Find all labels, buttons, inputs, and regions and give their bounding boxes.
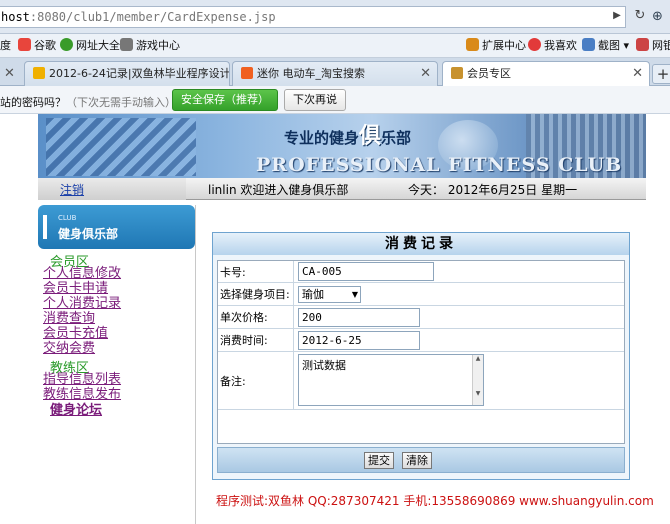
chevron-down-icon: ▼ bbox=[351, 290, 358, 299]
google-icon bbox=[18, 38, 31, 51]
gamepad-icon bbox=[120, 38, 133, 51]
tab-taobao[interactable]: 迷你 电动车_淘宝搜索 ✕ bbox=[232, 61, 438, 86]
sidebar-item-forum[interactable]: 健身论坛 bbox=[50, 404, 102, 418]
save-password-button[interactable]: 安全保存（推荐） bbox=[172, 89, 278, 111]
card-row: 卡号: CA-005 bbox=[218, 261, 624, 283]
expense-time-input[interactable]: 2012-6-25 bbox=[298, 331, 420, 350]
price-input[interactable]: 200 bbox=[298, 308, 420, 327]
card-label: 卡号: bbox=[218, 261, 294, 282]
web-page: 专业的健身俱乐部 PROFESSIONAL FITNESS CLUB 注销 li… bbox=[0, 114, 670, 524]
scrollbar[interactable]: ▲ ▼ bbox=[472, 355, 483, 405]
sidebar-item-expense-record[interactable]: 个人消费记录 bbox=[43, 297, 121, 311]
fav-item[interactable]: 度 bbox=[0, 38, 11, 54]
password-prompt: 站的密码吗？（下次无需手动输入） bbox=[0, 96, 176, 109]
date-text: 今天： 2012年6月25日 星期一 bbox=[408, 183, 578, 197]
banner-english-title: PROFESSIONAL FITNESS CLUB bbox=[256, 154, 623, 176]
note-textarea[interactable]: 测试数据 ▲ ▼ bbox=[298, 354, 484, 406]
item-row: 选择健身项目: 瑜伽 ▼ bbox=[218, 283, 624, 306]
sidebar-item-profile-edit[interactable]: 个人信息修改 bbox=[43, 267, 121, 281]
note-label: 备注: bbox=[218, 352, 294, 409]
favorites-bar: 度 谷歌 网址大全 游戏中心 扩展中心 我喜欢 截图 ▾ 网银 bbox=[0, 34, 670, 58]
scissors-icon bbox=[582, 38, 595, 51]
sidebar-item-card-apply[interactable]: 会员卡申请 bbox=[43, 282, 108, 296]
logout-link[interactable]: 注销 bbox=[60, 181, 84, 198]
sidebar-header: CLUB 健身俱乐部 bbox=[38, 205, 195, 249]
time-row: 消费时间: 2012-6-25 bbox=[218, 329, 624, 352]
tab-record[interactable]: 2012-6-24记录|双鱼林毕业程序设计网 bbox=[24, 61, 230, 86]
extension-icon bbox=[466, 38, 479, 51]
banner-slogan: 专业的健身俱乐部 bbox=[284, 124, 412, 149]
fav-google[interactable]: 谷歌 bbox=[18, 38, 56, 54]
new-tab-button[interactable]: + bbox=[652, 64, 670, 84]
fav-like[interactable]: 我喜欢 bbox=[528, 38, 577, 54]
fav-site-nav[interactable]: 网址大全 bbox=[60, 38, 120, 54]
not-now-button[interactable]: 下次再说 bbox=[284, 89, 346, 111]
header-bar-icon bbox=[43, 215, 47, 239]
refresh-icon[interactable]: ↻ bbox=[630, 6, 650, 26]
url-input[interactable]: host:8080/club1/member/CardExpense.jsp bbox=[0, 6, 626, 28]
sidebar: CLUB 健身俱乐部 会员区 个人信息修改 会员卡申请 个人消费记录 消费查询 … bbox=[38, 205, 196, 524]
close-icon[interactable]: ✕ bbox=[420, 62, 431, 85]
tab-member-zone[interactable]: 会员专区 ✕ bbox=[442, 61, 650, 87]
sidebar-item-expense-query[interactable]: 消费查询 bbox=[43, 312, 95, 326]
form-title: 消费记录 bbox=[213, 233, 629, 255]
page-icon bbox=[451, 67, 463, 79]
card-number-input[interactable]: CA-005 bbox=[298, 262, 434, 281]
go-icon[interactable]: ▶ bbox=[607, 6, 627, 26]
time-label: 消费时间: bbox=[218, 329, 294, 351]
browser-menu-icon[interactable]: ⊕ bbox=[652, 6, 670, 28]
sidebar-item-coach-publish[interactable]: 教练信息发布 bbox=[43, 388, 121, 402]
fitness-item-select[interactable]: 瑜伽 ▼ bbox=[298, 286, 361, 303]
fav-games[interactable]: 游戏中心 bbox=[120, 38, 180, 54]
button-row: 提交 清除 bbox=[217, 447, 625, 473]
globe-icon bbox=[60, 38, 73, 51]
sidebar-item-card-recharge[interactable]: 会员卡充值 bbox=[43, 327, 108, 341]
club-small-label: CLUB bbox=[58, 214, 77, 222]
close-icon[interactable]: ✕ bbox=[632, 62, 643, 85]
fav-bank[interactable]: 网银 bbox=[636, 38, 670, 54]
club-banner: 专业的健身俱乐部 PROFESSIONAL FITNESS CLUB bbox=[38, 114, 646, 178]
star-icon bbox=[33, 67, 45, 79]
fav-extensions[interactable]: 扩展中心 bbox=[466, 38, 526, 54]
address-bar: host:8080/club1/member/CardExpense.jsp ▶… bbox=[0, 0, 670, 34]
sidebar-item-pay-fee[interactable]: 交纳会费 bbox=[43, 342, 95, 356]
price-row: 单次价格: 200 bbox=[218, 306, 624, 329]
expense-panel: 消费记录 卡号: CA-005 选择健身项目: 瑜伽 ▼ 单次价格: 200 消费… bbox=[212, 232, 630, 480]
note-row: 备注: 测试数据 ▲ ▼ bbox=[218, 352, 624, 410]
footer-contact: 程序测试:双鱼林 QQ:287307421 手机:13558690869 www… bbox=[216, 494, 654, 508]
clear-button[interactable]: 清除 bbox=[402, 452, 432, 469]
welcome-text: linlin 欢迎进入健身俱乐部 bbox=[208, 183, 349, 197]
bank-icon bbox=[636, 38, 649, 51]
heart-icon bbox=[528, 38, 541, 51]
sidebar-item-guidance-list[interactable]: 指导信息列表 bbox=[43, 373, 121, 387]
expense-form: 卡号: CA-005 选择健身项目: 瑜伽 ▼ 单次价格: 200 消费时间: 2… bbox=[217, 260, 625, 444]
password-save-bar: 站的密码吗？（下次无需手动输入） 安全保存（推荐） 下次再说 bbox=[0, 86, 670, 114]
item-label: 选择健身项目: bbox=[218, 283, 294, 305]
gym-photo bbox=[46, 118, 196, 176]
tab-bar: ✕ 2012-6-24记录|双鱼林毕业程序设计网 迷你 电动车_淘宝搜索 ✕ 会员… bbox=[0, 58, 670, 87]
taobao-icon bbox=[241, 67, 253, 79]
submit-button[interactable]: 提交 bbox=[364, 452, 394, 469]
top-nav: 注销 linlin 欢迎进入健身俱乐部 今天： 2012年6月25日 星期一 bbox=[38, 178, 646, 200]
price-label: 单次价格: bbox=[218, 306, 294, 328]
club-title: 健身俱乐部 bbox=[58, 227, 119, 241]
close-icon[interactable]: ✕ bbox=[4, 61, 15, 86]
fav-screenshot[interactable]: 截图 ▾ bbox=[582, 38, 629, 54]
